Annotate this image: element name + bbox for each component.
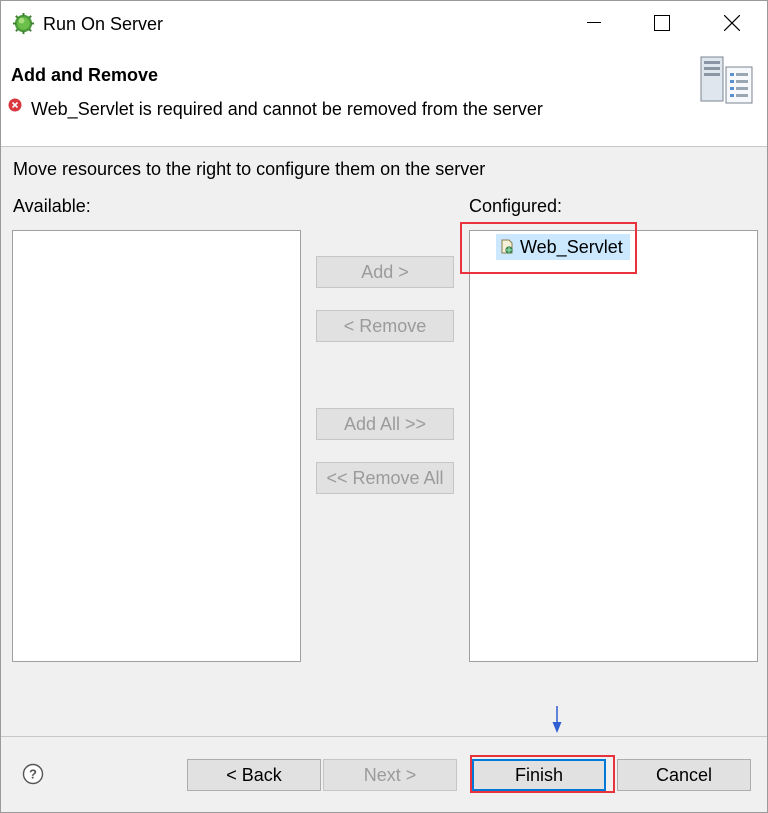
finish-button[interactable]: Finish (472, 759, 606, 791)
add-all-button[interactable]: Add All >> (316, 408, 454, 440)
configured-label: Configured: (469, 196, 563, 216)
available-label: Available: (13, 196, 91, 216)
title-bar: Run On Server (1, 1, 767, 45)
svg-text:?: ? (29, 767, 37, 782)
wizard-header: Add and Remove Web_Servlet is required a… (1, 45, 767, 146)
server-banner-icon (700, 56, 753, 104)
back-button[interactable]: < Back (187, 759, 321, 791)
help-icon[interactable]: ? (22, 763, 44, 785)
maximize-button[interactable] (639, 1, 685, 45)
header-divider (1, 146, 767, 147)
web-project-icon (501, 239, 513, 254)
window-title: Run On Server (43, 14, 164, 34)
eclipse-logo-icon (12, 12, 35, 35)
footer-divider (1, 736, 767, 737)
run-on-server-dialog: Run On Server Add and Remove Web_Servlet… (0, 0, 768, 813)
add-button[interactable]: Add > (316, 256, 454, 288)
page-title: Add and Remove (11, 65, 159, 85)
next-button[interactable]: Next > (323, 759, 457, 791)
error-message: Web_Servlet is required and cannot be re… (31, 99, 543, 119)
error-icon (8, 98, 22, 112)
minimize-button[interactable] (571, 1, 617, 45)
remove-all-button[interactable]: << Remove All (316, 462, 454, 494)
close-icon (724, 15, 740, 31)
minimize-icon (587, 22, 601, 23)
configured-list[interactable]: Web_Servlet (469, 230, 758, 662)
down-arrow-annotation-icon (552, 706, 562, 733)
maximize-icon (654, 15, 670, 31)
instruction-text: Move resources to the right to configure… (13, 159, 486, 179)
close-button[interactable] (709, 1, 755, 45)
configured-item-web-servlet[interactable]: Web_Servlet (496, 234, 630, 260)
configured-item-label: Web_Servlet (520, 236, 623, 257)
remove-button[interactable]: < Remove (316, 310, 454, 342)
cancel-button[interactable]: Cancel (617, 759, 751, 791)
available-list[interactable] (12, 230, 301, 662)
